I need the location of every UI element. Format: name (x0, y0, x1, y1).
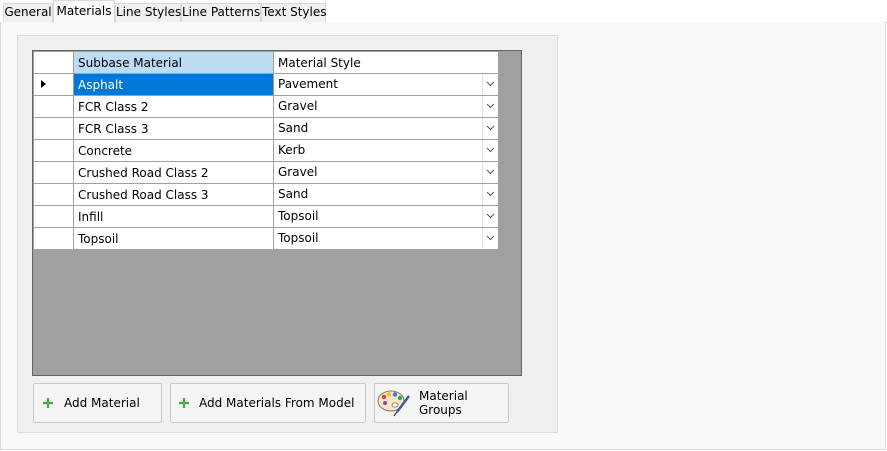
material-cell[interactable]: FCR Class 3 (73, 117, 274, 140)
material-cell[interactable]: Crushed Road Class 3 (73, 183, 274, 206)
material-style-combo[interactable]: Sand (273, 183, 499, 206)
material-cell[interactable]: FCR Class 2 (73, 95, 274, 118)
material-style-combo[interactable]: Topsoil (273, 227, 499, 250)
material-style-value: Topsoil (278, 209, 319, 223)
row-header[interactable] (33, 95, 74, 118)
add-material-label: Add Material (64, 396, 140, 410)
row-header[interactable] (33, 73, 74, 96)
tab-text-styles[interactable]: Text Styles (261, 3, 326, 22)
material-style-combo[interactable]: Sand (273, 117, 499, 140)
materials-grid[interactable]: Subbase Material Material Style Asphalt … (32, 50, 522, 376)
material-cell[interactable]: Crushed Road Class 2 (73, 161, 274, 184)
material-style-combo[interactable]: Gravel (273, 95, 499, 118)
row-header[interactable] (33, 117, 74, 140)
material-style-value: Gravel (278, 99, 318, 113)
chevron-down-icon[interactable] (482, 228, 498, 248)
material-style-value: Gravel (278, 165, 318, 179)
palette-icon (376, 387, 410, 419)
grid-corner-header[interactable] (33, 51, 74, 74)
materials-table: Subbase Material Material Style Asphalt … (33, 51, 499, 250)
table-row[interactable]: Crushed Road Class 2 Gravel (33, 161, 499, 184)
row-header[interactable] (33, 227, 74, 250)
material-style-value: Pavement (278, 77, 338, 91)
material-style-combo[interactable]: Kerb (273, 139, 499, 162)
column-header-material-style[interactable]: Material Style (273, 51, 499, 74)
plus-icon (38, 397, 58, 409)
material-groups-button[interactable]: Material Groups (374, 383, 509, 423)
add-material-button[interactable]: Add Material (33, 383, 162, 423)
material-groups-label: Material Groups (419, 389, 468, 417)
chevron-down-icon[interactable] (482, 162, 498, 182)
table-row[interactable]: Asphalt Pavement (33, 73, 499, 96)
table-row[interactable]: FCR Class 2 Gravel (33, 95, 499, 118)
material-cell[interactable]: Topsoil (73, 227, 274, 250)
material-cell[interactable]: Asphalt (73, 73, 274, 96)
table-row[interactable]: Crushed Road Class 3 Sand (33, 183, 499, 206)
row-header[interactable] (33, 205, 74, 228)
material-style-combo[interactable]: Pavement (273, 73, 499, 96)
row-header[interactable] (33, 183, 74, 206)
material-cell[interactable]: Concrete (73, 139, 274, 162)
material-cell[interactable]: Infill (73, 205, 274, 228)
chevron-down-icon[interactable] (482, 206, 498, 226)
material-style-value: Kerb (278, 143, 306, 157)
chevron-down-icon[interactable] (482, 184, 498, 204)
material-style-combo[interactable]: Gravel (273, 161, 499, 184)
table-row[interactable]: FCR Class 3 Sand (33, 117, 499, 140)
add-materials-from-model-button[interactable]: Add Materials From Model (170, 383, 366, 423)
column-header-subbase-material[interactable]: Subbase Material (73, 51, 274, 74)
tab-materials[interactable]: Materials (53, 0, 115, 23)
chevron-down-icon[interactable] (482, 140, 498, 160)
row-header[interactable] (33, 139, 74, 162)
chevron-down-icon[interactable] (482, 118, 498, 138)
table-row[interactable]: Concrete Kerb (33, 139, 499, 162)
add-materials-from-model-label: Add Materials From Model (199, 396, 355, 410)
material-style-value: Sand (278, 121, 309, 135)
table-row[interactable]: Infill Topsoil (33, 205, 499, 228)
material-style-value: Sand (278, 187, 309, 201)
tab-bar: General Materials Line Styles Line Patte… (0, 0, 887, 23)
table-row[interactable]: Topsoil Topsoil (33, 227, 499, 250)
chevron-down-icon[interactable] (482, 96, 498, 116)
material-style-value: Topsoil (278, 231, 319, 245)
material-style-combo[interactable]: Topsoil (273, 205, 499, 228)
tab-line-styles[interactable]: Line Styles (115, 3, 181, 22)
plus-icon (174, 397, 194, 409)
row-header[interactable] (33, 161, 74, 184)
tab-line-patterns[interactable]: Line Patterns (181, 3, 261, 22)
row-pointer-icon (41, 80, 46, 88)
chevron-down-icon[interactable] (482, 74, 498, 94)
tab-general[interactable]: General (3, 3, 53, 22)
